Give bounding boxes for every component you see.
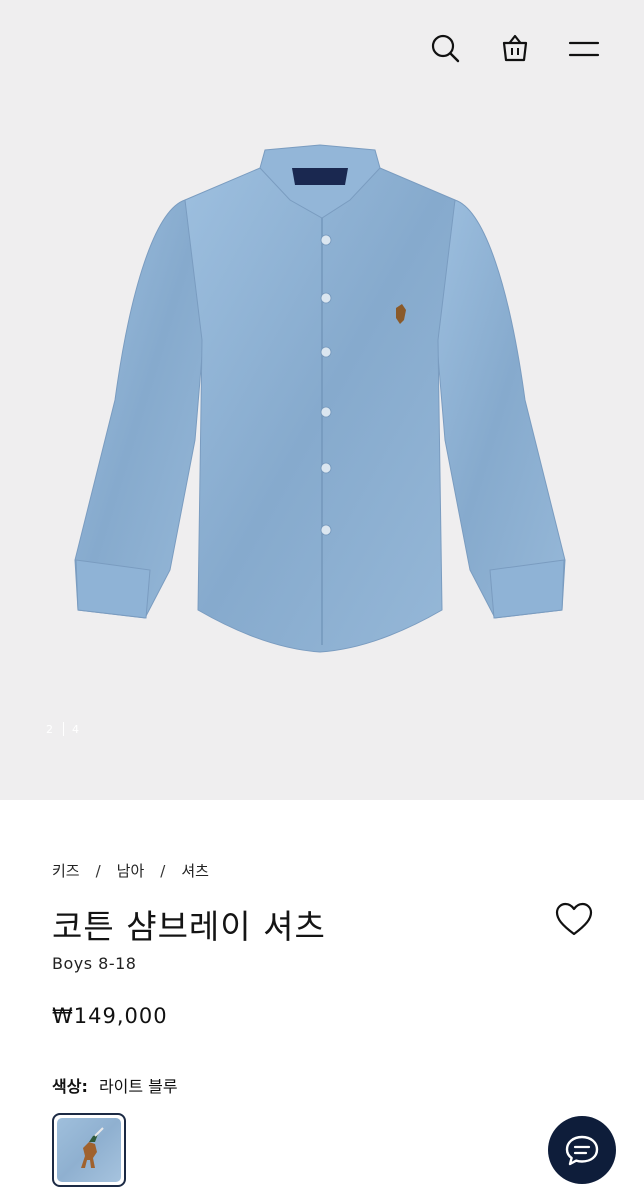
breadcrumb-item-kids[interactable]: 키즈 [52,860,80,881]
breadcrumb-item-boys[interactable]: 남아 [117,860,145,881]
product-image-gallery[interactable]: 2 4 [0,0,644,800]
pager-current: 2 [46,722,55,736]
search-icon[interactable] [425,28,465,68]
pager-divider [63,722,64,736]
product-title: 코튼 샴브레이 셔츠 [52,907,326,946]
breadcrumb-item-shirts[interactable]: 셔츠 [181,860,209,881]
swatch-image [57,1118,121,1182]
shopping-bag-icon[interactable] [495,28,535,68]
color-selection-label: 색상: 라이트 블루 [52,1073,178,1097]
breadcrumb: 키즈 / 남아 / 셔츠 [52,860,209,881]
top-bar [0,0,644,100]
product-subtitle: Boys 8-18 [52,954,137,973]
heart-icon[interactable] [554,900,594,940]
product-price: ₩149,000 [52,1004,168,1028]
color-label: 색상: [52,1077,88,1096]
menu-icon[interactable] [564,28,604,68]
color-value: 라이트 블루 [98,1077,178,1096]
image-pager: 2 4 [46,722,81,736]
pager-total: 4 [72,722,81,736]
breadcrumb-separator: / [95,861,101,880]
product-image [60,140,580,660]
breadcrumb-separator: / [160,861,166,880]
chat-bubble-icon[interactable] [548,1116,616,1184]
color-swatch-light-blue[interactable] [52,1113,126,1187]
